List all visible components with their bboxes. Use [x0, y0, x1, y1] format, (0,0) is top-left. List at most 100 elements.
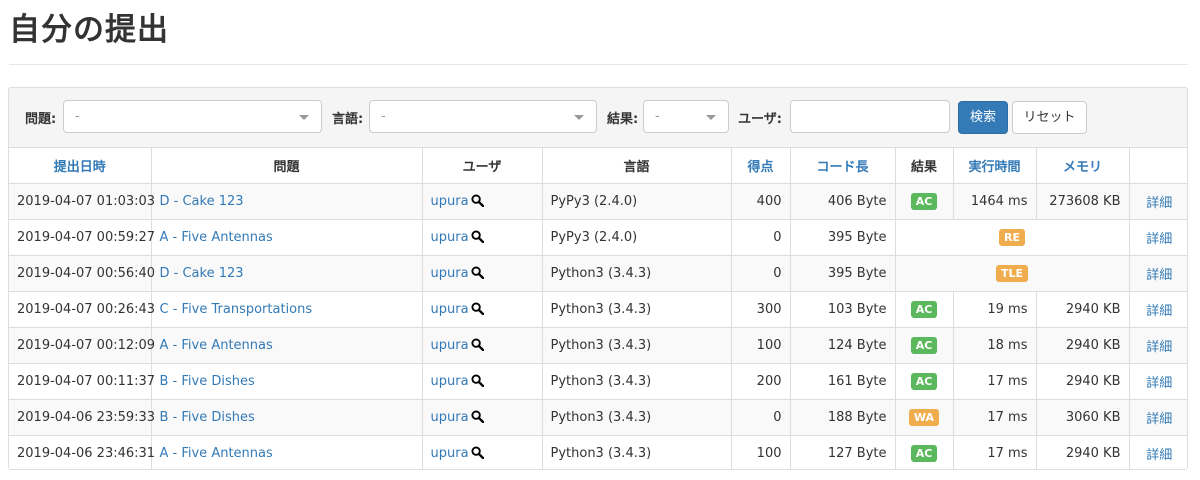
language-select[interactable]: -: [369, 100, 597, 133]
header-memory[interactable]: メモリ: [1036, 148, 1130, 184]
magnifier-icon[interactable]: [471, 229, 484, 243]
search-button[interactable]: 検索: [958, 101, 1008, 134]
user-link[interactable]: upura: [431, 266, 469, 281]
header-code-length[interactable]: コード長: [790, 148, 896, 184]
result-select-value: -: [655, 109, 660, 124]
result-badge: WA: [908, 408, 940, 426]
problem-link[interactable]: A - Five Antennas: [160, 446, 273, 461]
problem-link[interactable]: B - Five Dishes: [160, 410, 255, 425]
cell-language: Python3 (3.4.3): [542, 399, 732, 436]
reset-button[interactable]: リセット: [1012, 101, 1087, 134]
cell-code-length: 161 Byte: [790, 363, 896, 400]
cell-code-length: 127 Byte: [790, 435, 896, 469]
user-link[interactable]: upura: [431, 410, 469, 425]
user-link[interactable]: upura: [431, 194, 469, 209]
user-link[interactable]: upura: [431, 446, 469, 461]
user-filter-label: ユーザ:: [738, 112, 782, 127]
cell-code-length: 103 Byte: [790, 291, 896, 328]
detail-link[interactable]: 詳細: [1146, 268, 1172, 283]
result-badge: AC: [910, 192, 938, 210]
user-link[interactable]: upura: [431, 230, 469, 245]
user-link[interactable]: upura: [431, 374, 469, 389]
cell-code-length: 124 Byte: [790, 327, 896, 364]
result-badge: AC: [910, 336, 938, 354]
magnifier-icon[interactable]: [471, 373, 484, 387]
cell-memory: 2940 KB: [1036, 435, 1130, 469]
table-header-row: 提出日時 問題 ユーザ 言語 得点 コード長 結果 実行時間 メモリ: [9, 148, 1187, 184]
magnifier-icon[interactable]: [471, 265, 484, 279]
magnifier-icon[interactable]: [471, 446, 484, 459]
cell-language: Python3 (3.4.3): [542, 255, 732, 292]
detail-link[interactable]: 詳細: [1146, 448, 1172, 463]
result-badge: RE: [999, 228, 1025, 246]
language-filter-label: 言語:: [332, 112, 364, 127]
table-row: 2019-04-07 00:56:40 D - Cake 123 upura P…: [9, 255, 1187, 292]
cell-code-length: 395 Byte: [790, 219, 896, 256]
chevron-down-icon: [299, 115, 309, 120]
header-problem: 問題: [151, 148, 423, 184]
cell-memory: 273608 KB: [1036, 183, 1130, 220]
language-select-value: -: [381, 109, 386, 124]
user-link[interactable]: upura: [431, 338, 469, 353]
problem-select[interactable]: -: [63, 100, 322, 133]
magnifier-icon[interactable]: [471, 193, 484, 207]
page-title: 自分の提出: [9, 12, 169, 48]
cell-time: 2019-04-07 00:26:43: [9, 291, 155, 328]
cell-score: 100: [731, 435, 791, 469]
submissions-table: 提出日時 問題 ユーザ 言語 得点 コード長 結果 実行時間 メモリ 2019-…: [9, 148, 1187, 469]
header-exec-time[interactable]: 実行時間: [953, 148, 1037, 184]
table-row: 2019-04-07 00:12:09 A - Five Antennas up…: [9, 327, 1187, 364]
magnifier-icon[interactable]: [471, 337, 484, 351]
table-row: 2019-04-07 01:03:03 D - Cake 123 upura P…: [9, 183, 1187, 220]
header-score[interactable]: 得点: [731, 148, 791, 184]
table-row: 2019-04-06 23:46:31 A - Five Antennas up…: [9, 435, 1187, 469]
user-input[interactable]: [790, 100, 950, 133]
result-select[interactable]: -: [643, 100, 729, 133]
cell-language: Python3 (3.4.3): [542, 435, 732, 469]
filter-bar: 問題: - 言語: - 結果: - ユーザ: 検索 リセット: [9, 88, 1187, 148]
cell-score: 0: [731, 399, 791, 436]
detail-link[interactable]: 詳細: [1146, 304, 1172, 319]
table-row: 2019-04-06 23:59:33 B - Five Dishes upur…: [9, 399, 1187, 436]
cell-score: 100: [731, 327, 791, 364]
cell-score: 300: [731, 291, 791, 328]
cell-time: 2019-04-06 23:46:31: [9, 435, 155, 469]
header-language: 言語: [542, 148, 732, 184]
detail-link[interactable]: 詳細: [1146, 412, 1172, 427]
cell-time: 2019-04-07 00:56:40: [9, 255, 155, 292]
problem-link[interactable]: B - Five Dishes: [160, 374, 255, 389]
problem-link[interactable]: D - Cake 123: [160, 266, 244, 281]
cell-exec-time: 18 ms: [953, 327, 1037, 364]
user-link[interactable]: upura: [431, 302, 469, 317]
header-submitted-at[interactable]: 提出日時: [9, 148, 152, 184]
problem-link[interactable]: C - Five Transportations: [160, 302, 313, 317]
cell-language: PyPy3 (2.4.0): [542, 183, 732, 220]
cell-exec-time: 17 ms: [953, 399, 1037, 436]
problem-link[interactable]: A - Five Antennas: [160, 338, 273, 353]
title-divider: [9, 64, 1188, 65]
cell-language: PyPy3 (2.4.0): [542, 219, 732, 256]
page: 自分の提出 問題: - 言語: - 結果: - ユーザ: 検索 リセット 提出日…: [0, 0, 1200, 480]
detail-link[interactable]: 詳細: [1146, 196, 1172, 211]
submissions-panel: 問題: - 言語: - 結果: - ユーザ: 検索 リセット 提出日時 問題 ユ…: [8, 87, 1188, 470]
cell-language: Python3 (3.4.3): [542, 291, 732, 328]
result-badge: AC: [910, 372, 938, 390]
problem-select-value: -: [75, 109, 80, 124]
cell-exec-time: 19 ms: [953, 291, 1037, 328]
result-badge: AC: [910, 444, 938, 462]
detail-link[interactable]: 詳細: [1146, 340, 1172, 355]
cell-time: 2019-04-07 00:11:37: [9, 363, 155, 400]
cell-score: 200: [731, 363, 791, 400]
detail-link[interactable]: 詳細: [1146, 232, 1172, 247]
problem-link[interactable]: D - Cake 123: [160, 194, 244, 209]
magnifier-icon[interactable]: [471, 301, 484, 315]
cell-language: Python3 (3.4.3): [542, 363, 732, 400]
table-row: 2019-04-07 00:26:43 C - Five Transportat…: [9, 291, 1187, 328]
cell-memory: 3060 KB: [1036, 399, 1130, 436]
cell-score: 400: [731, 183, 791, 220]
problem-link[interactable]: A - Five Antennas: [160, 230, 273, 245]
cell-code-length: 188 Byte: [790, 399, 896, 436]
detail-link[interactable]: 詳細: [1146, 376, 1172, 391]
cell-exec-time: 1464 ms: [953, 183, 1037, 220]
magnifier-icon[interactable]: [471, 409, 484, 423]
